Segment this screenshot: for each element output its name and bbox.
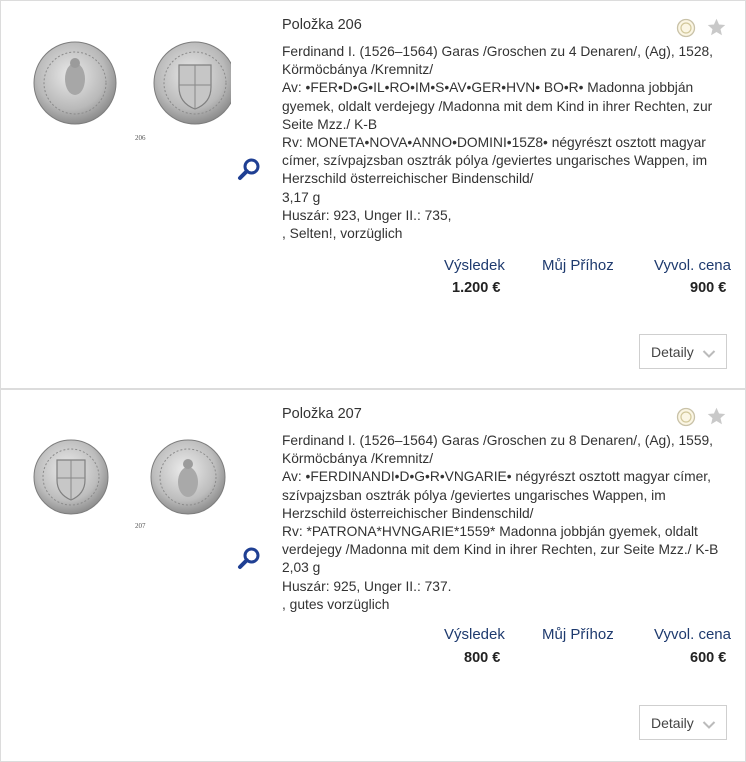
coin-image[interactable]: 206 bbox=[31, 39, 237, 149]
details-label: Detaily bbox=[651, 714, 694, 731]
result-label: Výsledek bbox=[444, 626, 505, 643]
lot-card: 206 Položka 206 Ferdinand I. (1526–1564)… bbox=[0, 0, 746, 389]
coin-watch-icon[interactable] bbox=[676, 18, 696, 38]
coin-watch-icon[interactable] bbox=[676, 407, 696, 427]
start-price-label: Vyvol. cena bbox=[654, 257, 731, 274]
my-bid-label: Můj Příhoz bbox=[542, 626, 614, 643]
star-icon[interactable] bbox=[706, 17, 727, 38]
description-line: Av: •FERDINANDI•D•G•R•VNGARIE• négyrészt… bbox=[282, 469, 711, 485]
my-bid-label: Můj Příhoz bbox=[542, 257, 614, 274]
description-line: címer, szívpajzsban osztrák pólya /gevie… bbox=[282, 153, 708, 169]
image-number: 207 bbox=[135, 522, 146, 530]
start-price-value: 600 € bbox=[690, 650, 727, 666]
image-number: 206 bbox=[135, 134, 146, 142]
result-value: 800 € bbox=[464, 650, 501, 666]
description-line: Herzschild österreichischer Bindenschild… bbox=[282, 505, 534, 521]
description-line: Herzschild österreichischer Bindenschild… bbox=[282, 171, 534, 187]
coin-image[interactable]: 207 bbox=[31, 424, 231, 534]
description-line: Rv: *PATRONA*HVNGARIE*1559* Madonna jobb… bbox=[282, 524, 698, 540]
chevron-down-icon bbox=[702, 717, 716, 733]
description-line: gyemek, oldalt verdejegy /Madonna mit de… bbox=[282, 98, 713, 114]
star-icon[interactable] bbox=[706, 406, 727, 427]
details-button[interactable]: Detaily bbox=[639, 705, 727, 740]
start-price-value: 900 € bbox=[690, 280, 727, 296]
lot-card: 207 Položka 207 Ferdinand I. (1526–1564)… bbox=[0, 389, 746, 762]
result-label: Výsledek bbox=[444, 257, 505, 274]
description-line: Huszár: 925, Unger II.: 737. bbox=[282, 578, 452, 594]
description-line: Körmöcbánya /Kremnitz/ bbox=[282, 451, 434, 467]
description-line: Ferdinand I. (1526–1564) Garas /Groschen… bbox=[282, 433, 714, 448]
description-line: Ferdinand I. (1526–1564) Garas /Groschen… bbox=[282, 44, 714, 59]
description-line: 3,17 g bbox=[282, 189, 321, 205]
description-line: Rv: MONETA•NOVA•ANNO•DOMINI•15Z8• négyré… bbox=[282, 135, 706, 151]
details-label: Detaily bbox=[651, 343, 694, 360]
description-line: , gutes vorzüglich bbox=[282, 596, 390, 612]
details-button[interactable]: Detaily bbox=[639, 334, 727, 369]
magnifier-icon[interactable] bbox=[237, 546, 261, 570]
description-line: verdejegy /Madonna mit dem Kind in ihrer… bbox=[282, 542, 719, 558]
description-line: , Selten!, vorzüglich bbox=[282, 226, 403, 242]
magnifier-icon[interactable] bbox=[237, 157, 261, 181]
lot-title: Položka 206 bbox=[282, 17, 362, 33]
description-line: Seite Mzz./ K-B bbox=[282, 116, 378, 132]
lot-description: Ferdinand I. (1526–1564) Garas /Groschen… bbox=[282, 43, 722, 243]
chevron-down-icon bbox=[702, 346, 716, 362]
start-price-label: Vyvol. cena bbox=[654, 626, 731, 643]
lot-title: Položka 207 bbox=[282, 406, 362, 422]
description-line: 2,03 g bbox=[282, 560, 321, 576]
description-line: szívpajzsban osztrák pólya /geviertes un… bbox=[282, 487, 666, 503]
description-line: Körmöcbánya /Kremnitz/ bbox=[282, 62, 434, 78]
lot-description: Ferdinand I. (1526–1564) Garas /Groschen… bbox=[282, 432, 722, 614]
description-line: Huszár: 923, Unger II.: 735, bbox=[282, 207, 452, 223]
result-value: 1.200 € bbox=[452, 280, 501, 296]
description-line: Av: •FER•D•G•IL•RO•IM•S•AV•GER•HVN• BO•R… bbox=[282, 80, 694, 96]
